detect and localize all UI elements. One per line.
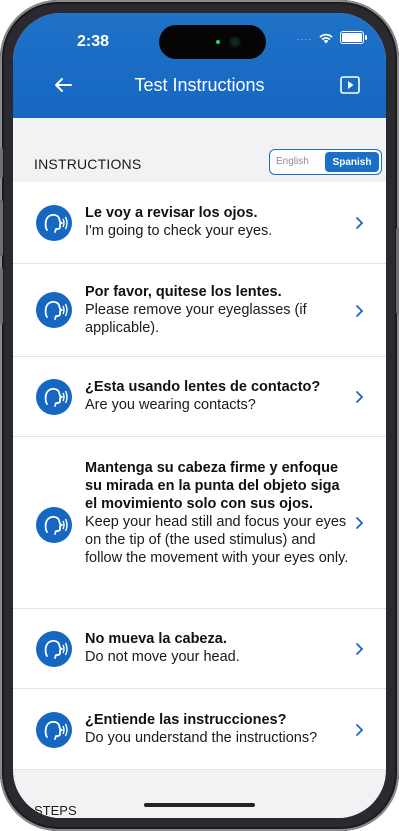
status-indicators: .... <box>296 31 367 44</box>
section-header: INSTRUCTIONS English Spanish <box>13 118 386 182</box>
speaking-head-icon <box>36 292 72 328</box>
battery-icon <box>340 31 367 44</box>
signal-icon: .... <box>296 32 312 43</box>
home-indicator[interactable] <box>144 803 255 807</box>
speaking-head-icon <box>36 379 72 415</box>
section-title: INSTRUCTIONS <box>34 156 142 172</box>
instruction-item[interactable]: ¿Entiende las instrucciones? Do you unde… <box>13 689 386 770</box>
next-section-title: STEPS <box>34 803 77 818</box>
chevron-right-icon <box>356 724 364 736</box>
instruction-item[interactable]: No mueva la cabeza. Do not move your hea… <box>13 609 386 689</box>
instruction-english: Are you wearing contacts? <box>85 397 256 413</box>
english-option[interactable]: English <box>276 156 309 167</box>
spanish-option[interactable]: Spanish <box>325 152 379 172</box>
language-toggle: English Spanish <box>269 149 382 175</box>
instruction-spanish: ¿Esta usando lentes de contacto? <box>85 379 321 395</box>
status-time: 2:38 <box>77 33 110 50</box>
instruction-spanish: Le voy a revisar los ojos. <box>85 205 258 221</box>
page-title: Test Instructions <box>134 75 265 95</box>
screen: 2:38 .... Test Instructions INSTRUCTIONS… <box>13 13 386 818</box>
action-button <box>0 148 3 178</box>
chevron-right-icon <box>356 305 364 317</box>
app-header: 2:38 .... Test Instructions <box>13 13 386 118</box>
dynamic-island <box>159 25 266 59</box>
instruction-item[interactable]: Por favor, quitese los lentes. Please re… <box>13 264 386 357</box>
instruction-english: I'm going to check your eyes. <box>85 223 273 239</box>
instruction-english: Do not move your head. <box>85 649 240 665</box>
chevron-right-icon <box>356 517 364 529</box>
volume-down-button <box>0 268 3 324</box>
camera-icon <box>231 38 239 46</box>
instruction-item[interactable]: ¿Esta usando lentes de contacto? Are you… <box>13 357 386 437</box>
instruction-spanish: No mueva la cabeza. <box>85 631 227 647</box>
speaking-head-icon <box>36 712 72 748</box>
speaking-head-icon <box>36 205 72 241</box>
play-icon[interactable] <box>340 76 360 94</box>
privacy-indicator-dot <box>216 40 220 44</box>
speaking-head-icon <box>36 631 72 667</box>
instruction-english: Keep your head still and focus your eyes… <box>85 514 349 566</box>
chevron-right-icon <box>356 643 364 655</box>
speaking-head-icon <box>36 507 72 543</box>
chevron-right-icon <box>356 391 364 403</box>
instruction-spanish: Mantenga su cabeza firme y enfoque su mi… <box>85 460 340 512</box>
instruction-spanish: Por favor, quitese los lentes. <box>85 284 282 300</box>
instruction-spanish: ¿Entiende las instrucciones? <box>85 712 287 728</box>
instruction-item[interactable]: Mantenga su cabeza firme y enfoque su mi… <box>13 437 386 609</box>
wifi-icon <box>319 33 333 43</box>
instruction-item[interactable]: Le voy a revisar los ojos. I'm going to … <box>13 182 386 264</box>
instruction-list: Le voy a revisar los ojos. I'm going to … <box>13 182 386 770</box>
instruction-english: Please remove your eyeglasses (if applic… <box>85 302 307 336</box>
volume-up-button <box>0 200 3 256</box>
instruction-english: Do you understand the instructions? <box>85 730 318 746</box>
chevron-right-icon <box>356 217 364 229</box>
